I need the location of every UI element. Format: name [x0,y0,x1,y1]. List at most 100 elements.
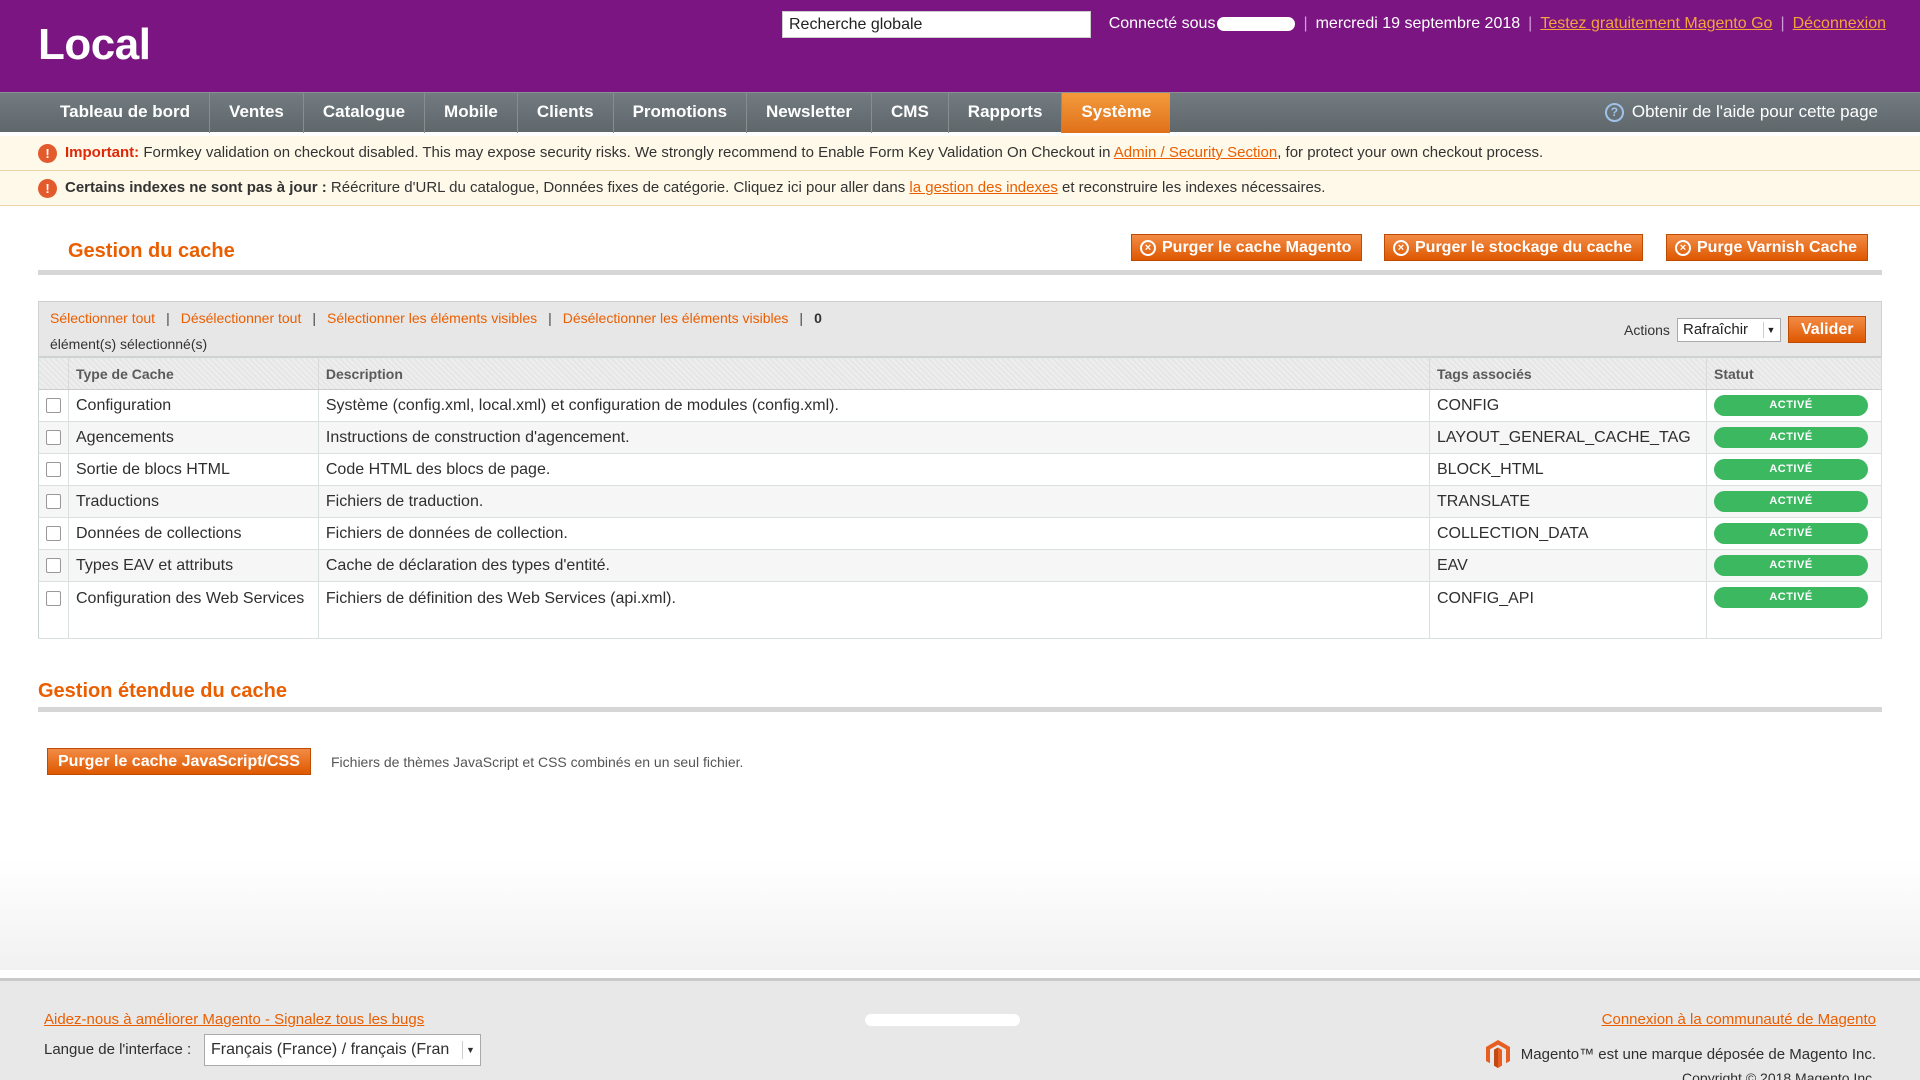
submit-button[interactable]: Valider [1788,316,1867,343]
message-text: Réécriture d'URL du catalogue, Données f… [330,179,906,196]
error-icon: ! [38,179,57,198]
message-tail: , for protect your own checkout process. [1277,144,1544,161]
cache-type: Configuration [68,389,319,422]
nav-item-dashboard[interactable]: Tableau de bord [41,93,211,133]
help-label: Obtenir de l'aide pour cette page [1631,102,1878,121]
message-label: Certains indexes ne sont pas à jour : [65,179,327,196]
nav-item-mobile[interactable]: Mobile [425,93,518,133]
cache-description: Fichiers de données de collection. [318,517,1431,550]
nav-item-promotions[interactable]: Promotions [614,93,748,133]
flush-magento-cache-button[interactable]: × Purger le cache Magento [1131,234,1363,261]
nav-item-customers[interactable]: Clients [518,93,614,133]
community-link[interactable]: Connexion à la communauté de Magento [1602,1011,1876,1028]
chevron-down-icon: ▼ [1763,322,1778,338]
unselect-visible-link[interactable]: Désélectionner les éléments visibles [563,310,789,326]
chevron-down-icon: ▼ [462,1041,478,1059]
table-row: Types EAV et attributs Cache de déclarat… [38,549,1883,582]
grid-header-status[interactable]: Statut [1706,357,1883,390]
message-tail: et reconstruire les indexes nécessaires. [1062,179,1326,196]
purge-varnish-button[interactable]: × Purge Varnish Cache [1666,234,1869,261]
cache-tags: EAV [1429,549,1707,582]
grid-header-row: Type de Cache Description Tags associés … [38,357,1883,390]
cache-description: Fichiers de traduction. [318,485,1431,518]
actions-label: Actions [1624,322,1670,338]
nav-item-newsletter[interactable]: Newsletter [747,93,873,133]
help-icon: ? [1604,102,1624,122]
divider [38,707,1882,712]
cache-type: Traductions [68,485,319,518]
row-checkbox[interactable] [46,525,61,541]
select-visible-link[interactable]: Sélectionner les éléments visibles [327,310,537,326]
actions-select[interactable]: Rafraîchir ▼ [1677,318,1781,342]
logout-link[interactable]: Déconnexion [1793,15,1886,33]
trademark-text: Magento™ est une marque déposée de Magen… [1520,1045,1876,1063]
selected-count-label: élément(s) sélectionné(s) [50,336,208,352]
status-badge: ACTIVÉ [1713,587,1868,608]
close-circle-icon: × [1675,239,1691,256]
help-link[interactable]: ? Obtenir de l'aide pour cette page [1604,102,1878,122]
status-badge: ACTIVÉ [1713,523,1868,544]
security-section-link[interactable]: Admin / Security Section [1114,144,1277,161]
actions-select-value: Rafraîchir [1683,321,1749,338]
extended-cache-title: Gestion étendue du cache [38,680,287,702]
status-badge: ACTIVÉ [1713,395,1868,416]
unselect-all-link[interactable]: Désélectionner tout [181,310,302,326]
copyright: Copyright © 2018 Magento Inc. [1682,1070,1876,1080]
cache-tags: CONFIG [1429,389,1707,422]
try-magento-go-link[interactable]: Testez gratuitement Magento Go [1540,15,1772,33]
redacted-text [865,1014,1020,1026]
status-badge: ACTIVÉ [1713,555,1868,576]
global-search-input[interactable] [782,11,1091,38]
report-bugs-link[interactable]: Aidez-nous à améliorer Magento - Signale… [44,1011,424,1028]
massaction-bar: Sélectionner tout | Désélectionner tout | Sé… [38,301,1882,357]
magento-logo-icon [1485,1040,1510,1068]
cache-description: Code HTML des blocs de page. [318,453,1431,486]
index-management-link[interactable]: la gestion des indexes [909,179,1057,196]
footer-fade [0,860,1920,970]
nav-item-cms[interactable]: CMS [872,93,949,133]
logo[interactable]: Local [38,20,151,70]
flush-cache-storage-button[interactable]: × Purger le stockage du cache [1384,234,1643,261]
table-row: Données de collections Fichiers de donné… [38,517,1883,550]
message-label: Important: [65,144,140,161]
table-row: Configuration Système (config.xml, local… [38,389,1883,422]
trademark-notice: Magento™ est une marque déposée de Magen… [1485,1039,1876,1069]
row-checkbox[interactable] [46,429,61,445]
mass-links: Sélectionner tout | Désélectionner tout | Sé… [50,310,822,326]
grid-header-description[interactable]: Description [318,357,1431,390]
select-all-link[interactable]: Sélectionner tout [50,310,155,326]
row-checkbox[interactable] [46,461,61,477]
connected-as-label: Connecté sous [1108,15,1216,32]
header-date: mercredi 19 septembre 2018 [1315,15,1521,32]
error-icon: ! [38,144,57,163]
row-checkbox[interactable] [46,397,61,413]
cache-type: Types EAV et attributs [68,549,319,582]
cache-type: Données de collections [68,517,319,550]
header: Local Connecté sous | mercredi 19 septem… [0,0,1920,92]
cache-description: Instructions de construction d'agencemen… [318,421,1431,454]
row-checkbox[interactable] [46,493,61,509]
table-row: Sortie de blocs HTML Code HTML des blocs… [38,453,1883,486]
grid-header-tags[interactable]: Tags associés [1429,357,1707,390]
grid-header-checkbox [38,357,69,390]
interface-language-select[interactable]: Français (France) / français (Fran ▼ [204,1034,481,1066]
grid-header-type[interactable]: Type de Cache [68,357,319,390]
header-links: Connecté sous | mercredi 19 septembre 20… [1108,15,1886,33]
nav-item-reports[interactable]: Rapports [949,93,1063,133]
nav-item-catalog[interactable]: Catalogue [304,93,426,133]
nav-item-sales[interactable]: Ventes [210,93,304,133]
message-formkey: ! Important: Formkey validation on check… [0,136,1920,171]
cache-tags: CONFIG_API [1429,581,1707,639]
row-checkbox[interactable] [46,591,61,607]
cache-description: Cache de déclaration des types d'entité. [318,549,1431,582]
cache-grid: Type de Cache Description Tags associés … [38,357,1883,639]
button-label: Purge Varnish Cache [1697,239,1858,256]
row-checkbox[interactable] [46,557,61,573]
close-circle-icon: × [1140,239,1156,256]
cache-tags: LAYOUT_GENERAL_CACHE_TAG [1429,421,1707,454]
table-row: Configuration des Web Services Fichiers … [38,581,1883,639]
table-row: Agencements Instructions de construction… [38,421,1883,454]
message-text: Formkey validation on checkout disabled.… [143,144,1111,161]
flush-js-css-button[interactable]: Purger le cache JavaScript/CSS [47,748,311,775]
nav-item-system[interactable]: Système [1062,93,1171,133]
